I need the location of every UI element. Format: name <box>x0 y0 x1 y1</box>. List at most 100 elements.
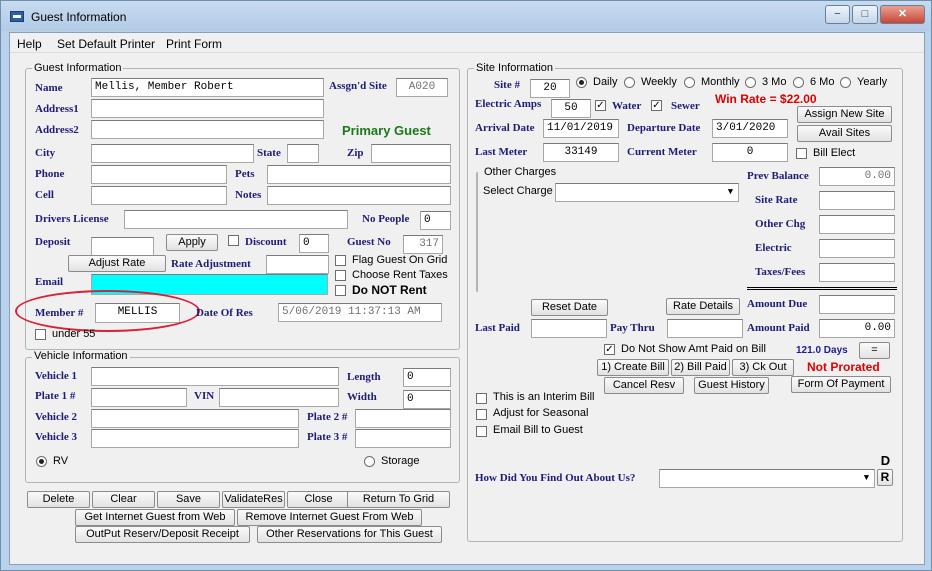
close-window-button[interactable]: ✕ <box>880 5 925 24</box>
form-of-payment-button[interactable]: Form Of Payment <box>791 376 891 393</box>
d-button[interactable]: D <box>878 453 893 468</box>
guest-history-button[interactable]: Guest History <box>694 377 769 394</box>
city-field[interactable] <box>91 144 254 163</box>
current-meter-label: Current Meter <box>627 146 697 158</box>
clear-button[interactable]: Clear <box>92 491 155 508</box>
save-button[interactable]: Save <box>157 491 220 508</box>
select-charge-dropdown[interactable]: ▼ <box>555 183 739 202</box>
zip-field[interactable] <box>371 144 451 163</box>
electric-field[interactable] <box>819 239 895 258</box>
ck-out-button[interactable]: 3) Ck Out <box>732 359 794 376</box>
close-button[interactable]: Close <box>287 491 350 508</box>
menu-print-form[interactable]: Print Form <box>166 37 222 51</box>
plate3-field[interactable] <box>355 429 451 448</box>
length-field[interactable]: 0 <box>403 368 451 387</box>
three-month-radio[interactable] <box>745 77 756 88</box>
vehicle2-field[interactable] <box>91 409 299 428</box>
state-field[interactable] <box>287 144 319 163</box>
amount-due-field[interactable] <box>819 295 895 314</box>
departure-date-field[interactable]: 3/01/2020 <box>712 119 788 138</box>
water-label: Water <box>612 100 642 112</box>
taxes-fees-field[interactable] <box>819 263 895 282</box>
amount-paid-field[interactable]: 0.00 <box>819 319 895 338</box>
menu-help[interactable]: Help <box>17 37 42 51</box>
equals-button[interactable]: = <box>859 342 890 359</box>
daily-radio[interactable] <box>576 77 587 88</box>
get-internet-guest-button[interactable]: Get Internet Guest from Web <box>75 509 235 526</box>
no-people-field[interactable]: 0 <box>420 211 451 230</box>
deposit-field[interactable] <box>91 237 154 256</box>
email-bill-checkbox[interactable] <box>476 426 487 437</box>
rv-radio[interactable] <box>36 456 47 467</box>
maximize-button[interactable]: □ <box>852 5 878 24</box>
plate2-field[interactable] <box>355 409 451 428</box>
current-meter-field[interactable]: 0 <box>712 143 788 162</box>
vehicle1-field[interactable] <box>91 367 339 386</box>
vin-field[interactable] <box>219 388 339 407</box>
last-meter-field[interactable]: 33149 <box>543 143 619 162</box>
flag-guest-checkbox[interactable] <box>335 255 346 266</box>
notes-field[interactable] <box>267 186 451 205</box>
guest-no-field: 317 <box>403 235 443 254</box>
sewer-checkbox[interactable]: ✓ <box>651 100 662 111</box>
bill-elect-checkbox[interactable] <box>796 148 807 159</box>
remove-internet-guest-button[interactable]: Remove Internet Guest From Web <box>237 509 422 526</box>
vehicle3-field[interactable] <box>91 429 299 448</box>
arrival-date-field[interactable]: 11/01/2019 <box>543 119 619 138</box>
adjust-seasonal-checkbox[interactable] <box>476 409 487 420</box>
discount-checkbox[interactable] <box>228 235 239 246</box>
validate-res-button[interactable]: ValidateRes <box>222 491 285 508</box>
site-number-field[interactable]: 20 <box>530 79 570 98</box>
electric-amps-field[interactable]: 50 <box>551 99 591 118</box>
weekly-radio[interactable] <box>624 77 635 88</box>
site-rate-field[interactable] <box>819 191 895 210</box>
cell-field[interactable] <box>91 186 227 205</box>
do-not-show-amt-checkbox[interactable]: ✓ <box>604 344 615 355</box>
create-bill-button[interactable]: 1) Create Bill <box>597 359 669 376</box>
menu-set-default-printer[interactable]: Set Default Printer <box>57 37 155 51</box>
discount-field[interactable]: 0 <box>299 234 329 253</box>
delete-button[interactable]: Delete <box>27 491 90 508</box>
cancel-resv-button[interactable]: Cancel Resv <box>604 377 684 394</box>
sewer-label: Sewer <box>671 100 700 112</box>
avail-sites-button[interactable]: Avail Sites <box>797 125 892 142</box>
other-reservations-button[interactable]: Other Reservations for This Guest <box>257 526 442 543</box>
address2-field[interactable] <box>91 120 324 139</box>
drivers-license-field[interactable] <box>124 210 348 229</box>
storage-radio[interactable] <box>364 456 375 467</box>
reset-date-button[interactable]: Reset Date <box>531 299 608 316</box>
other-chg-field[interactable] <box>819 215 895 234</box>
vin-label: VIN <box>194 390 215 402</box>
under55-checkbox[interactable] <box>35 329 46 340</box>
plate1-label: Plate 1 # <box>35 390 76 402</box>
name-field[interactable]: Mellis, Member Robert <box>91 78 324 97</box>
plate1-field[interactable] <box>91 388 187 407</box>
six-month-radio[interactable] <box>793 77 804 88</box>
pets-field[interactable] <box>267 165 451 184</box>
interim-bill-checkbox[interactable] <box>476 393 487 404</box>
choose-rent-taxes-checkbox[interactable] <box>335 270 346 281</box>
yearly-radio[interactable] <box>840 77 851 88</box>
phone-field[interactable] <box>91 165 227 184</box>
do-not-rent-checkbox[interactable] <box>335 285 346 296</box>
apply-button[interactable]: Apply <box>166 234 218 251</box>
r-button[interactable]: R <box>877 469 893 486</box>
adjust-rate-button[interactable]: Adjust Rate <box>68 255 166 272</box>
monthly-radio[interactable] <box>684 77 695 88</box>
not-prorated-label: Not Prorated <box>807 360 880 374</box>
return-to-grid-button[interactable]: Return To Grid <box>347 491 450 508</box>
output-receipt-button[interactable]: OutPut Reserv/Deposit Receipt <box>75 526 250 543</box>
address1-field[interactable] <box>91 99 324 118</box>
bill-elect-label: Bill Elect <box>813 147 856 159</box>
assign-new-site-button[interactable]: Assign New Site <box>797 106 892 123</box>
pay-thru-field[interactable] <box>667 319 743 338</box>
how-did-you-find-dropdown[interactable]: ▼ <box>659 469 875 488</box>
rate-adjustment-field[interactable] <box>266 255 329 274</box>
minimize-button[interactable]: − <box>825 5 850 24</box>
bill-paid-button[interactable]: 2) Bill Paid <box>671 359 730 376</box>
width-field[interactable]: 0 <box>403 390 451 409</box>
rate-details-button[interactable]: Rate Details <box>666 298 740 315</box>
last-paid-field[interactable] <box>531 319 607 338</box>
water-checkbox[interactable]: ✓ <box>595 100 606 111</box>
title-bar[interactable]: Guest Information − □ ✕ <box>1 1 931 31</box>
